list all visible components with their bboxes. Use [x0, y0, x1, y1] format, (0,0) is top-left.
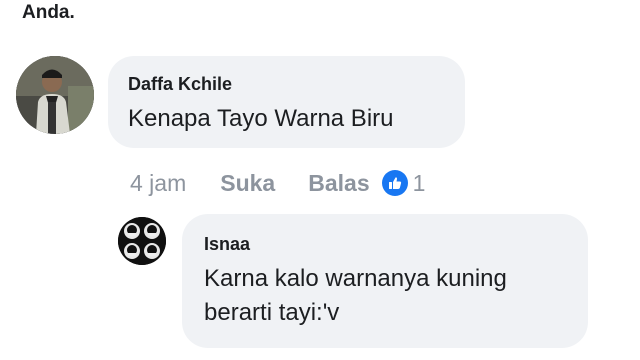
reply-author-name[interactable]: Isnaa [204, 234, 250, 255]
reply-text: Karna kalo warnanya kuning berarti tayi:… [204, 265, 507, 326]
reply-avatar[interactable] [118, 217, 166, 265]
comment-author-name[interactable]: Daffa Kchile [128, 74, 232, 95]
commenter-avatar[interactable] [16, 56, 94, 134]
comment-timestamp[interactable]: 4 jam [130, 170, 186, 197]
reply-button[interactable]: Balas [308, 170, 369, 197]
thumbs-up-icon[interactable] [381, 170, 408, 196]
group-photo-icon [118, 217, 166, 265]
reply-bubble: Isnaa Karna kalo warnanya kuning berarti… [182, 214, 588, 348]
person-photo-icon [16, 56, 94, 134]
like-button[interactable]: Suka [220, 170, 275, 197]
comment-actions-row: 4 jam Suka Balas 1 [130, 168, 425, 198]
previous-comment-text-end: Anda. [22, 2, 75, 23]
like-count[interactable]: 1 [413, 170, 426, 197]
comment-text: Kenapa Tayo Warna Biru [128, 105, 394, 132]
comment-bubble: Daffa Kchile Kenapa Tayo Warna Biru [108, 56, 465, 148]
